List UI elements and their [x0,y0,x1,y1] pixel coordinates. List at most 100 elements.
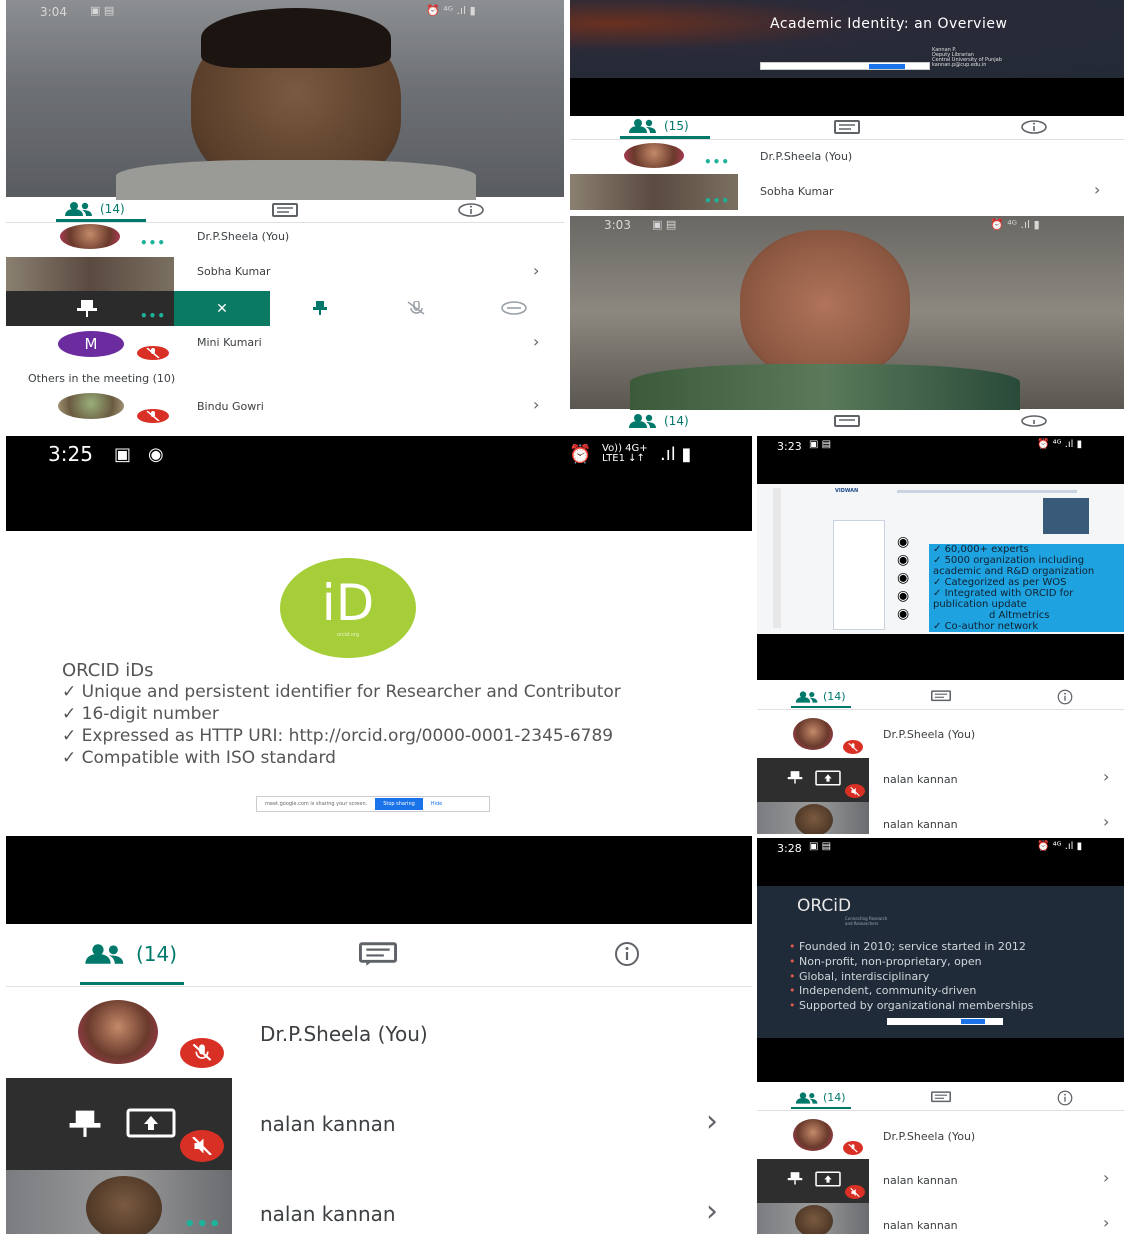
participant-count: (14) [664,414,689,428]
list-item[interactable]: ••• Dr.P.Sheela (You) [6,222,564,257]
alarm-icon: ⏰ [569,444,592,465]
chevron-right-icon[interactable]: › [533,332,539,351]
list-item[interactable]: nalan kannan › [757,802,1124,834]
list-item[interactable]: Dr.P.Sheela (You) [757,1111,1124,1159]
status-time: 3:23 [777,440,802,453]
participant-name: nalan kannan [883,773,958,786]
participant-name: Bindu Gowri [197,400,264,413]
status-signal: ⏰ ⁴ᴳ .ıl ▮ [1037,439,1083,450]
chevron-right-icon[interactable]: › [533,261,539,280]
tab-divider [6,986,752,987]
participant-name: Dr.P.Sheela (You) [883,1130,976,1143]
tab-participants[interactable]: (14) [64,202,125,216]
orcid-tagline: Connecting Research and Researchers [845,916,888,926]
slide-bullet: ✓ Expressed as HTTP URI: http://orcid.or… [62,726,614,746]
chevron-right-icon[interactable]: › [1103,812,1109,831]
speaking-indicator: ••• [140,236,167,250]
list-item[interactable]: Sobha Kumar › [6,257,564,291]
pin-icon[interactable] [311,301,329,315]
mic-off-icon [137,346,169,360]
site-map [1043,498,1089,534]
chat-icon[interactable] [834,415,860,427]
list-item[interactable]: ••• Dr.P.Sheela (You) [570,140,1124,174]
chevron-right-icon[interactable]: › [1103,767,1109,786]
hide-button[interactable]: Hide [431,801,442,807]
avatar: M [58,331,124,357]
list-item[interactable]: Dr.P.Sheela (You) [757,710,1124,758]
mic-off-icon [845,784,865,798]
status-icons: ▣ ▤ [809,841,832,852]
tab-participants[interactable]: (14) [795,690,846,703]
feature-box: ✓ 60,000+ experts ✓ 5000 organization in… [929,544,1124,632]
chat-icon[interactable] [931,1091,951,1104]
list-item[interactable]: nalan kannan › [757,1203,1124,1234]
network-indicator: Vo)) 4G+ LTE1 ↓↑ [602,443,648,464]
site-logo: VIDWAN [835,488,859,494]
pin-icon [787,771,803,784]
participant-name: Dr.P.Sheela (You) [760,150,853,163]
stop-sharing-button[interactable] [869,64,905,69]
status-bar: 3:25 ▣ ◉ ⏰ Vo)) 4G+ LTE1 ↓↑ .ıl ▮ [6,436,752,531]
video-thumbnail [757,1159,869,1203]
participant-name: Dr.P.Sheela (You) [197,230,290,243]
chat-icon[interactable] [834,120,860,134]
tab-indicator [80,982,184,985]
chat-icon[interactable] [359,942,397,966]
status-time: 3:28 [777,842,802,855]
slide: iD orcid.org ORCID iDs ✓ Unique and pers… [6,531,752,836]
close-button[interactable]: ✕ [174,291,270,326]
chevron-right-icon[interactable]: › [1103,1168,1109,1187]
slide-bullet: • Non-profit, non-proprietary, open [789,955,982,968]
tab-participants[interactable]: (14) [795,1091,846,1104]
list-item[interactable]: nalan kannan › [6,1078,752,1170]
list-item[interactable]: Bindu Gowri › [6,389,564,425]
info-icon[interactable] [1057,689,1073,705]
chat-icon[interactable] [272,203,298,217]
info-icon[interactable] [457,203,485,217]
info-icon[interactable] [1020,120,1048,134]
status-time: 3:25 [48,442,93,466]
slide: ORCiD Connecting Research and Researcher… [757,886,1124,1038]
list-item[interactable]: ••• Sobha Kumar › [570,174,1124,210]
mic-off-icon [845,1185,865,1199]
chevron-right-icon[interactable]: › [1094,180,1100,199]
info-icon[interactable] [609,941,645,967]
slide-heading: ORCID iDs [62,660,154,681]
info-icon[interactable] [1057,1090,1073,1106]
participant-name: Dr.P.Sheela (You) [883,728,976,741]
person-icon: ◉ [897,588,910,604]
stop-sharing-button[interactable] [961,1019,985,1024]
slide-author: Kannan P. Deputy Librarian Central Unive… [932,47,1002,68]
chevron-right-icon[interactable]: › [706,1104,718,1139]
participant-name: nalan kannan [883,1174,958,1187]
tab-participants[interactable]: (14) [628,414,689,428]
chevron-right-icon[interactable]: › [706,1194,718,1229]
participant-name: Dr.P.Sheela (You) [260,1022,428,1046]
people-icon [629,414,656,428]
chat-icon[interactable] [931,690,951,703]
info-icon[interactable] [1020,415,1048,427]
signal-icon: .ıl ▮ [660,444,692,465]
list-item[interactable]: M Mini Kumari › [6,326,564,362]
stop-sharing-button[interactable]: Stop sharing [375,798,423,810]
meet-panel-3: 3:03 ▣ ▤ ⏰ ⁴ᴳ .ıl ▮ (14) [570,216,1124,428]
chevron-right-icon[interactable]: › [533,395,539,414]
chevron-right-icon[interactable]: › [1103,1213,1109,1232]
pin-icon [69,1110,101,1137]
person-hair [201,8,391,68]
participant-name: Mini Kumari [197,336,262,349]
remove-icon[interactable] [500,301,528,315]
slide-title: Academic Identity: an Overview [770,16,1008,32]
participant-name: Sobha Kumar [760,185,834,198]
slide-area: Academic Identity: an Overview Kannan P.… [570,0,1124,116]
list-item[interactable]: nalan kannan › [757,758,1124,802]
video-thumbnail: ••• [6,291,174,326]
video-thumbnail [757,1203,869,1234]
tab-participants[interactable]: (14) [84,942,177,966]
list-item[interactable]: ••• nalan kannan › [6,1170,752,1234]
list-item[interactable]: Dr.P.Sheela (You) [6,988,752,1078]
list-item[interactable]: nalan kannan › [757,1159,1124,1203]
mic-off-icon[interactable] [405,301,427,315]
tab-participants[interactable]: (15) [628,119,689,133]
share-bar [887,1018,1003,1025]
